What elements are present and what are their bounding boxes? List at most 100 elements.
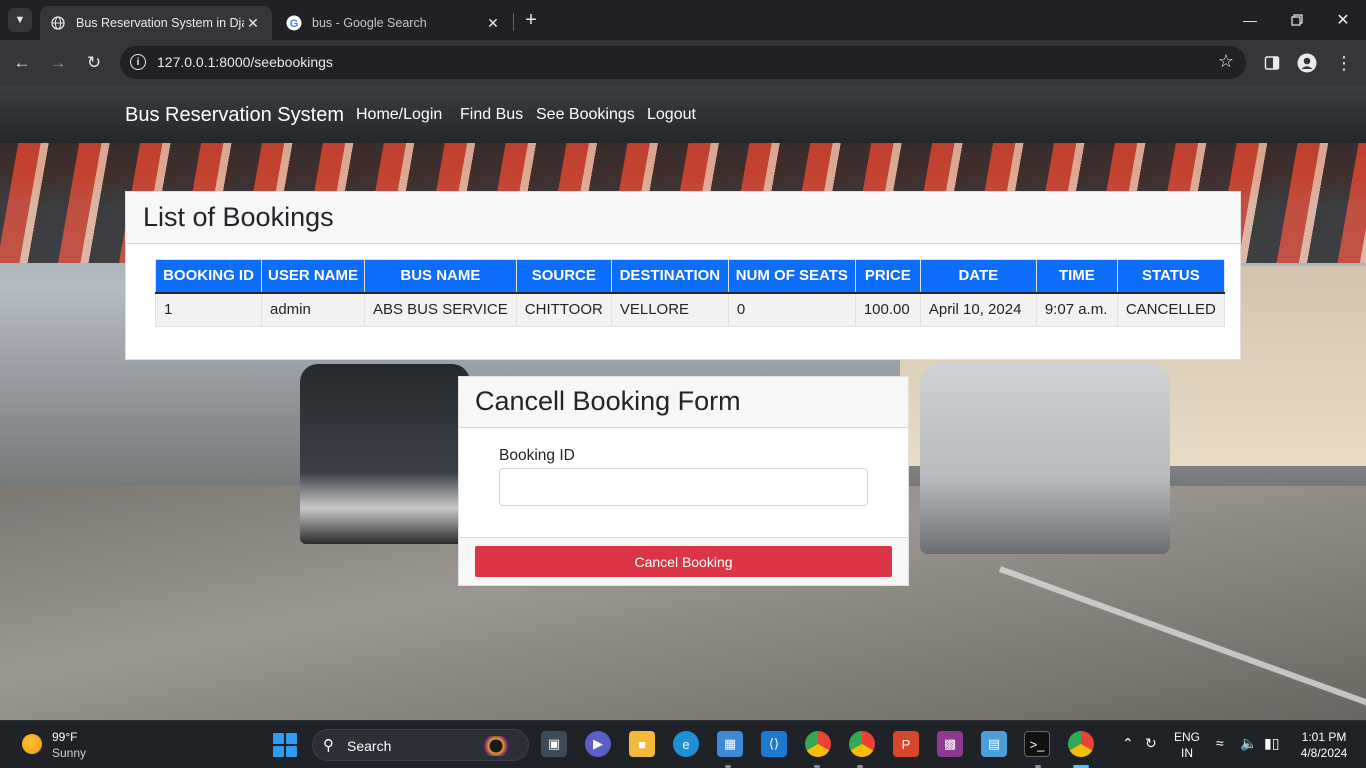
wifi-icon[interactable]: ≈: [1216, 735, 1224, 751]
cell-source: CHITTOOR: [515, 292, 612, 327]
table-header-row: BOOKING ID USER NAME BUS NAME SOURCE DES…: [155, 259, 1225, 294]
search-highlight-icon: [478, 736, 514, 756]
page-viewport: Bus Reservation System Home/Login Find B…: [0, 86, 1366, 720]
column-header-user-name: USER NAME: [261, 259, 365, 294]
cancel-card-footer: Cancel Booking: [459, 537, 908, 585]
cancel-booking-button[interactable]: Cancel Booking: [475, 546, 892, 577]
tab-google-search[interactable]: G bus - Google Search ✕: [276, 6, 512, 40]
bookings-table: BOOKING ID USER NAME BUS NAME SOURCE DES…: [155, 259, 1225, 327]
table-row: 1 admin ABS BUS SERVICE CHITTOOR VELLORE…: [155, 292, 1225, 327]
cell-user-name: admin: [261, 292, 365, 327]
bookings-card-header: List of Bookings: [126, 192, 1240, 244]
column-header-price: PRICE: [854, 259, 921, 294]
site-navbar: Bus Reservation System Home/Login Find B…: [0, 86, 1366, 143]
google-icon: G: [286, 15, 302, 31]
region-indicator[interactable]: IN: [1172, 746, 1202, 760]
column-header-time: TIME: [1035, 259, 1118, 294]
restore-icon[interactable]: [1285, 8, 1309, 32]
tab-divider: [513, 13, 514, 31]
cancel-card-header: Cancell Booking Form: [459, 377, 908, 428]
cell-num-of-seats: 0: [727, 292, 856, 327]
close-tab-icon[interactable]: ✕: [244, 14, 262, 32]
column-header-status: STATUS: [1116, 259, 1225, 294]
chevron-down-icon: ▼: [14, 14, 26, 26]
bookings-title: List of Bookings: [143, 202, 334, 232]
sync-icon[interactable]: ↻: [1145, 735, 1157, 752]
cell-date: April 10, 2024: [919, 292, 1037, 327]
microsoft-store-icon[interactable]: ▦: [717, 731, 743, 757]
sun-icon[interactable]: [22, 734, 42, 754]
column-header-bus-name: BUS NAME: [364, 259, 517, 294]
minimize-icon[interactable]: —: [1238, 8, 1262, 32]
cell-booking-id: 1: [155, 292, 262, 327]
clock-time[interactable]: 1:01 PM: [1290, 730, 1358, 744]
back-arrow-icon[interactable]: ←: [10, 51, 34, 75]
tab-bus-reservation[interactable]: Bus Reservation System in Djan ✕: [40, 6, 272, 40]
column-header-source: SOURCE: [515, 259, 612, 294]
teams-chat-icon[interactable]: ▶: [585, 731, 611, 757]
task-view-icon[interactable]: ▣: [541, 731, 567, 757]
url-text[interactable]: 127.0.0.1:8000/seebookings: [157, 54, 333, 70]
column-header-date: DATE: [919, 259, 1037, 294]
site-info-icon[interactable]: i: [130, 54, 146, 70]
windows-start-icon[interactable]: [273, 733, 297, 757]
search-icon: ⚲: [323, 737, 334, 754]
browser-tab-bar: ▼ Bus Reservation System in Djan ✕ G bus…: [0, 0, 1366, 40]
background-image-bus: [300, 364, 470, 544]
globe-icon: [50, 15, 66, 31]
chrome-icon[interactable]: [805, 731, 831, 757]
windows-taskbar: 99°F Sunny ⚲ Search ▣ ▶ ■ e ▦ ⟨⟩ P ▩ ▤ >…: [0, 720, 1366, 768]
close-window-icon[interactable]: ✕: [1331, 8, 1355, 32]
vscode-icon[interactable]: ⟨⟩: [761, 731, 787, 757]
svg-text:G: G: [290, 18, 299, 30]
reload-icon[interactable]: ↻: [82, 51, 106, 75]
close-tab-icon[interactable]: ✕: [484, 14, 502, 32]
chevron-up-icon[interactable]: ⌃: [1122, 735, 1134, 752]
address-bar[interactable]: i 127.0.0.1:8000/seebookings ☆: [120, 46, 1246, 79]
tab-search-button[interactable]: ▼: [8, 8, 32, 32]
nav-link-find-bus[interactable]: Find Bus: [460, 106, 523, 124]
background-image-bus: [920, 364, 1170, 554]
cell-destination: VELLORE: [610, 292, 729, 327]
column-header-booking-id: BOOKING ID: [155, 259, 262, 294]
edge-browser-icon[interactable]: e: [673, 731, 699, 757]
chrome-active-icon[interactable]: [1068, 731, 1094, 757]
profile-avatar-icon[interactable]: [1295, 51, 1319, 75]
bookings-card: List of Bookings BOOKING ID USER NAME BU…: [125, 191, 1241, 360]
nav-link-see-bookings[interactable]: See Bookings: [536, 106, 635, 124]
cancel-form-title: Cancell Booking Form: [475, 386, 741, 416]
search-label: Search: [347, 738, 392, 754]
site-brand[interactable]: Bus Reservation System: [125, 104, 344, 127]
chrome-profile-icon[interactable]: [849, 731, 875, 757]
volume-icon[interactable]: 🔈: [1240, 735, 1257, 752]
taskbar-search[interactable]: ⚲ Search: [312, 729, 529, 761]
browser-toolbar: ← → ↻ i 127.0.0.1:8000/seebookings ☆ ⋮: [0, 40, 1366, 86]
new-tab-button[interactable]: +: [520, 9, 542, 31]
nav-link-logout[interactable]: Logout: [647, 106, 696, 124]
column-header-num-of-seats: NUM OF SEATS: [727, 259, 856, 294]
cell-time: 9:07 a.m.: [1035, 292, 1118, 327]
winrar-icon[interactable]: ▩: [937, 731, 963, 757]
tab-title: Bus Reservation System in Djan: [76, 16, 244, 30]
nav-link-home-login[interactable]: Home/Login: [356, 106, 442, 124]
terminal-icon[interactable]: >_: [1024, 731, 1050, 757]
bookmark-star-icon[interactable]: ☆: [1218, 51, 1234, 72]
column-header-destination: DESTINATION: [610, 259, 729, 294]
clock-date[interactable]: 4/8/2024: [1290, 746, 1358, 760]
cell-status: CANCELLED: [1116, 292, 1225, 327]
battery-icon[interactable]: ▮▯: [1264, 735, 1279, 752]
powerpoint-icon[interactable]: P: [893, 731, 919, 757]
more-menu-icon[interactable]: ⋮: [1332, 51, 1356, 75]
side-panel-icon[interactable]: [1260, 51, 1284, 75]
cell-price: 100.00: [854, 292, 921, 327]
weather-condition[interactable]: Sunny: [52, 746, 86, 760]
file-explorer-icon[interactable]: ■: [629, 731, 655, 757]
cancel-booking-card: Cancell Booking Form Booking ID Cancel B…: [458, 376, 909, 586]
language-indicator[interactable]: ENG: [1172, 730, 1202, 744]
tab-title: bus - Google Search: [312, 16, 427, 30]
weather-temperature[interactable]: 99°F: [52, 730, 77, 744]
cell-bus-name: ABS BUS SERVICE: [364, 292, 517, 327]
booking-id-input[interactable]: [499, 468, 868, 506]
control-panel-icon[interactable]: ▤: [981, 731, 1007, 757]
forward-arrow-icon[interactable]: →: [46, 51, 70, 75]
